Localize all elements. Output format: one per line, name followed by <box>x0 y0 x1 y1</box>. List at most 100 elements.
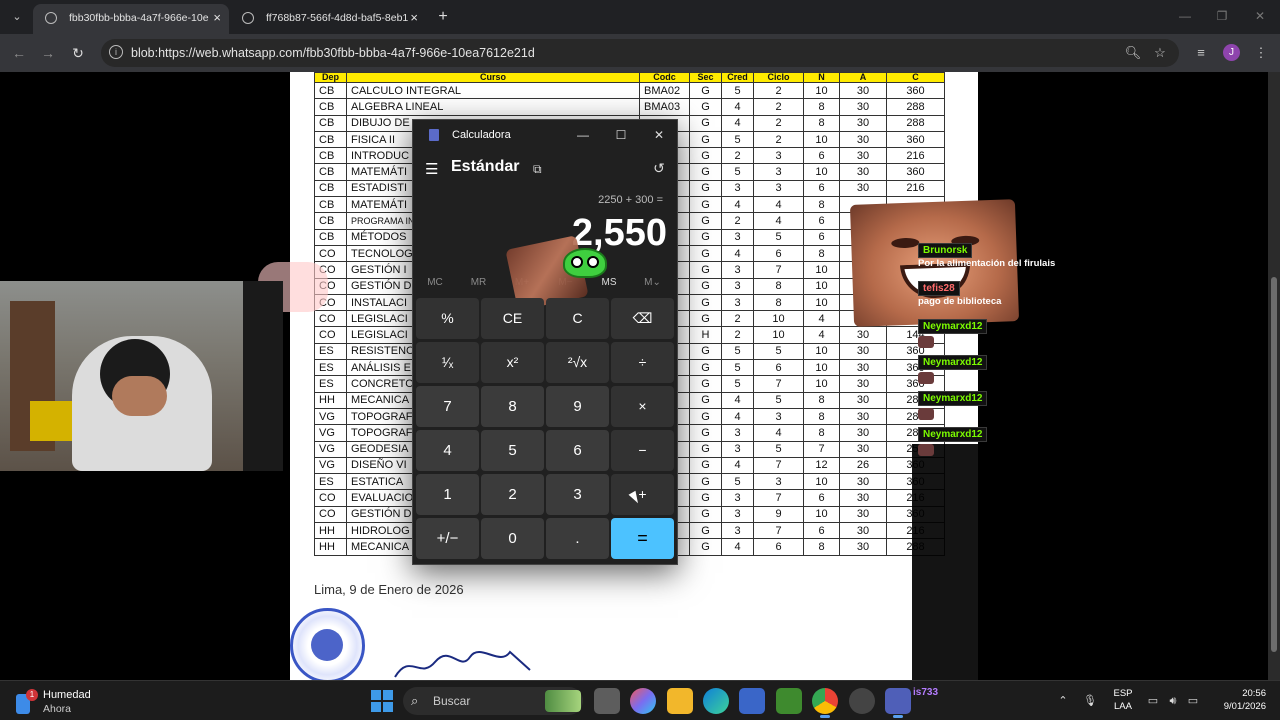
chat-username[interactable]: Brunorsk <box>918 243 973 258</box>
browser-tab-1[interactable]: fbb30fbb-bbba-4a7f-966e-10e × <box>33 4 229 34</box>
bookmark-star-icon[interactable]: ☆ <box>1151 44 1169 62</box>
clear-entry-button[interactable]: CE <box>481 298 544 339</box>
digit-5-button[interactable]: 5 <box>481 430 544 471</box>
zoom-icon[interactable]: 🔍︎ <box>1124 44 1142 62</box>
more-menu-icon[interactable]: ⋮ <box>1251 43 1271 63</box>
table-cell: 216 <box>886 147 945 165</box>
battery-icon[interactable]: ▭ <box>1185 693 1201 709</box>
divide-button[interactable]: ÷ <box>611 342 674 383</box>
scrollbar-thumb[interactable] <box>1271 277 1277 652</box>
digit-6-button[interactable]: 6 <box>546 430 609 471</box>
chrome-icon[interactable] <box>812 688 838 718</box>
frog-eye <box>571 256 583 268</box>
back-button[interactable]: ← <box>8 42 30 64</box>
digit-3-button[interactable]: 3 <box>546 474 609 515</box>
language-indicator[interactable]: ESP LAA <box>1108 687 1138 713</box>
system-clock[interactable]: 20:56 9/01/2026 <box>1200 687 1266 713</box>
backspace-button[interactable]: ⌫ <box>611 298 674 339</box>
forward-button[interactable]: → <box>37 42 59 64</box>
maximize-window-icon[interactable]: ❐ <box>1210 6 1234 26</box>
calculator-maximize-icon[interactable]: ☐ <box>603 120 639 150</box>
table-cell: G <box>689 130 722 149</box>
decimal-button[interactable]: . <box>546 518 609 559</box>
volume-icon[interactable]: 🔊︎ <box>1165 693 1181 709</box>
site-info-icon[interactable]: i <box>109 45 123 59</box>
minimize-window-icon[interactable]: — <box>1173 6 1197 26</box>
reciprocal-button[interactable]: ¹⁄ₓ <box>416 342 479 383</box>
store-icon[interactable] <box>739 688 765 714</box>
table-cell: VG <box>314 424 347 442</box>
digit-7-button[interactable]: 7 <box>416 386 479 427</box>
reload-button[interactable]: ↻ <box>67 42 89 64</box>
table-cell: 5 <box>753 342 804 361</box>
table-cell: 30 <box>839 505 887 524</box>
square-button[interactable]: x² <box>481 342 544 383</box>
table-cell: H <box>689 326 722 344</box>
profile-avatar[interactable]: J <box>1223 44 1240 61</box>
address-bar[interactable]: i blob:https://web.whatsapp.com/fbb30fbb… <box>101 39 1179 67</box>
digit-4-button[interactable]: 4 <box>416 430 479 471</box>
clear-button[interactable]: C <box>546 298 609 339</box>
table-cell: 30 <box>839 81 887 100</box>
new-tab-button[interactable]: + <box>434 6 452 28</box>
percent-button[interactable]: % <box>416 298 479 339</box>
square-root-button[interactable]: ²√x <box>546 342 609 383</box>
digit-2-button[interactable]: 2 <box>481 474 544 515</box>
obs-icon[interactable] <box>849 688 875 714</box>
memory-button[interactable]: MR <box>457 274 501 292</box>
page-scrollbar[interactable] <box>1268 72 1280 680</box>
table-cell: CO <box>314 310 347 328</box>
tray-chevron-icon[interactable]: ⌃ <box>1055 693 1071 709</box>
chat-username[interactable]: Neymarxd12 <box>918 319 988 334</box>
chat-username[interactable]: Neymarxd12 <box>918 427 988 442</box>
network-icon[interactable]: ▭ <box>1145 693 1161 709</box>
microphone-icon[interactable]: 🎙︎ <box>1082 693 1098 709</box>
task-view-icon[interactable] <box>594 688 620 714</box>
table-cell: ES <box>314 473 347 491</box>
multiply-button[interactable]: × <box>611 386 674 427</box>
calculator-taskbar-icon[interactable] <box>885 688 911 718</box>
calculator-minimize-icon[interactable]: — <box>565 120 601 150</box>
column-header: Dep <box>314 72 347 83</box>
chat-username[interactable]: Neymarxd12 <box>918 391 988 406</box>
table-cell: HH <box>314 538 347 556</box>
calculator-titlebar[interactable]: Calculadora — ☐ ✕ <box>413 120 677 150</box>
weather-widget[interactable]: 1 Humedad Ahora <box>14 687 124 715</box>
close-window-icon[interactable]: ✕ <box>1248 6 1272 26</box>
browser-tab-2[interactable]: ff768b87-566f-4d8d-baf5-8eb1 × <box>230 4 426 34</box>
negate-button[interactable]: +/− <box>416 518 479 559</box>
calculator-close-icon[interactable]: ✕ <box>641 120 677 150</box>
close-tab-icon[interactable]: × <box>213 4 221 32</box>
media-controls-icon[interactable]: ≡ <box>1191 43 1211 63</box>
digit-1-button[interactable]: 1 <box>416 474 479 515</box>
keep-on-top-icon[interactable]: ⧉ <box>533 160 549 178</box>
close-tab-icon[interactable]: × <box>410 4 418 32</box>
windows-start-icon[interactable] <box>371 690 393 712</box>
hamburger-menu-icon[interactable]: ☰ <box>425 160 441 180</box>
table-cell: 6 <box>803 212 840 230</box>
table-cell: G <box>689 212 722 230</box>
digit-9-button[interactable]: 9 <box>546 386 609 427</box>
memory-button[interactable]: MC <box>413 274 457 292</box>
minecraft-icon[interactable] <box>776 688 802 714</box>
memory-button[interactable]: M⌄ <box>631 274 675 292</box>
subtract-button[interactable]: − <box>611 430 674 471</box>
history-icon[interactable]: ↺ <box>649 158 669 178</box>
search-label: Buscar <box>433 694 471 708</box>
edge-icon[interactable] <box>703 688 729 714</box>
windows-taskbar: 1 Humedad Ahora ⌕ Buscar is733 ⌃ 🎙︎ ESP … <box>0 680 1280 720</box>
digit-8-button[interactable]: 8 <box>481 386 544 427</box>
table-cell: 10 <box>803 277 840 295</box>
search-icon: ⌕ <box>411 693 419 708</box>
chat-username[interactable]: tefis28 <box>918 281 960 296</box>
file-explorer-icon[interactable] <box>667 688 693 714</box>
add-button[interactable]: + <box>611 474 674 515</box>
chat-username[interactable]: Neymarxd12 <box>918 355 988 370</box>
digit-0-button[interactable]: 0 <box>481 518 544 559</box>
table-cell: 6 <box>803 228 840 246</box>
taskbar-search[interactable]: ⌕ Buscar <box>403 687 583 715</box>
copilot-icon[interactable] <box>630 688 656 714</box>
tab-search-chevron-icon[interactable]: ⌄ <box>6 7 28 27</box>
equals-button[interactable]: = <box>611 518 674 559</box>
table-cell: G <box>689 293 722 312</box>
